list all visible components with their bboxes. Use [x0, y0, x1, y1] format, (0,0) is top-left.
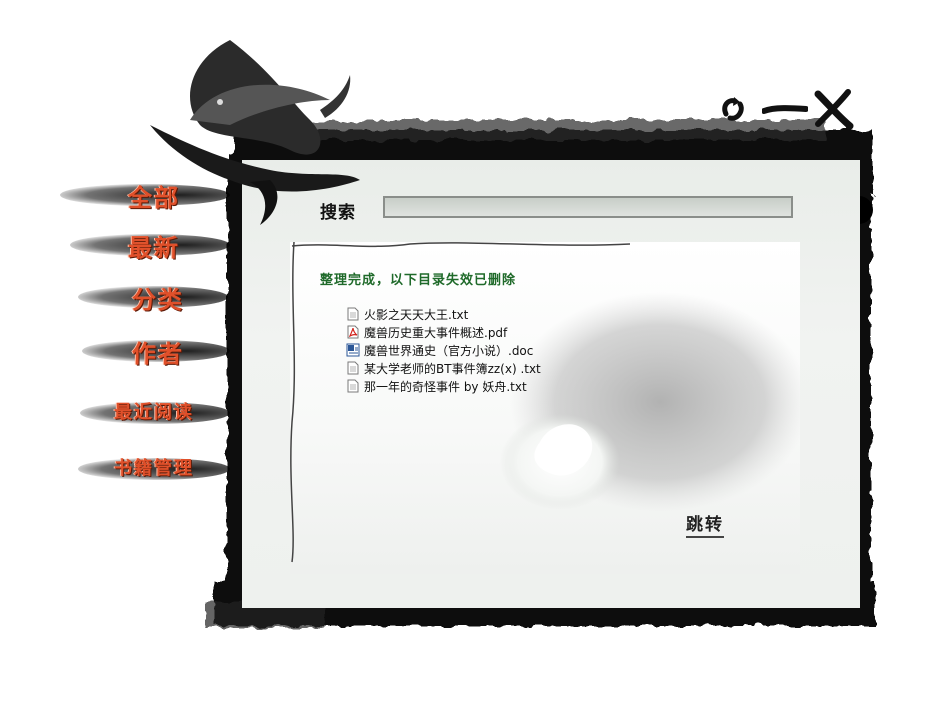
- file-item[interactable]: 魔兽历史重大事件概述.pdf: [346, 323, 541, 341]
- file-name: 某大学老师的BT事件簿zz(x) .txt: [364, 361, 541, 376]
- file-item[interactable]: 魔兽世界通史（官方小说）.doc: [346, 341, 541, 359]
- nav-category[interactable]: 分类: [132, 280, 184, 315]
- minimize-icon[interactable]: [762, 102, 808, 118]
- nav-book-management[interactable]: 书籍管理: [114, 454, 194, 480]
- nav-author[interactable]: 作者: [132, 334, 184, 369]
- doc-icon: [346, 343, 360, 357]
- txt-icon: [347, 307, 359, 321]
- file-name: 魔兽历史重大事件概述.pdf: [364, 325, 508, 340]
- txt-icon: [347, 361, 359, 375]
- file-item[interactable]: 火影之天天大王.txt: [346, 305, 541, 323]
- window-controls: [718, 88, 858, 130]
- refresh-icon[interactable]: [718, 94, 754, 124]
- app-window: 搜索 整理完成，以下目录失效已删除 火影之天天大王.txt 魔兽历史重大事件概述…: [0, 0, 945, 709]
- file-item[interactable]: 那一年的奇怪事件 by 妖舟.txt: [346, 377, 541, 395]
- search-input[interactable]: [383, 196, 793, 218]
- file-list: 火影之天天大王.txt 魔兽历史重大事件概述.pdf 魔兽世界通史（官方小说）.…: [346, 305, 541, 395]
- file-name: 火影之天天大王.txt: [364, 307, 469, 322]
- txt-icon: [347, 379, 359, 393]
- file-name: 魔兽世界通史（官方小说）.doc: [364, 343, 534, 358]
- pdf-icon: [347, 325, 359, 339]
- search-label: 搜索: [320, 203, 356, 223]
- status-message: 整理完成，以下目录失效已删除: [320, 273, 517, 288]
- nav-all[interactable]: 全部: [128, 178, 180, 213]
- nav-recent-reading[interactable]: 最近阅读: [114, 398, 194, 424]
- file-name: 那一年的奇怪事件 by 妖舟.txt: [364, 379, 527, 394]
- jump-button[interactable]: 跳转: [686, 510, 724, 538]
- nav-latest[interactable]: 最新: [128, 228, 180, 263]
- file-item[interactable]: 某大学老师的BT事件簿zz(x) .txt: [346, 359, 541, 377]
- close-icon[interactable]: [812, 88, 854, 130]
